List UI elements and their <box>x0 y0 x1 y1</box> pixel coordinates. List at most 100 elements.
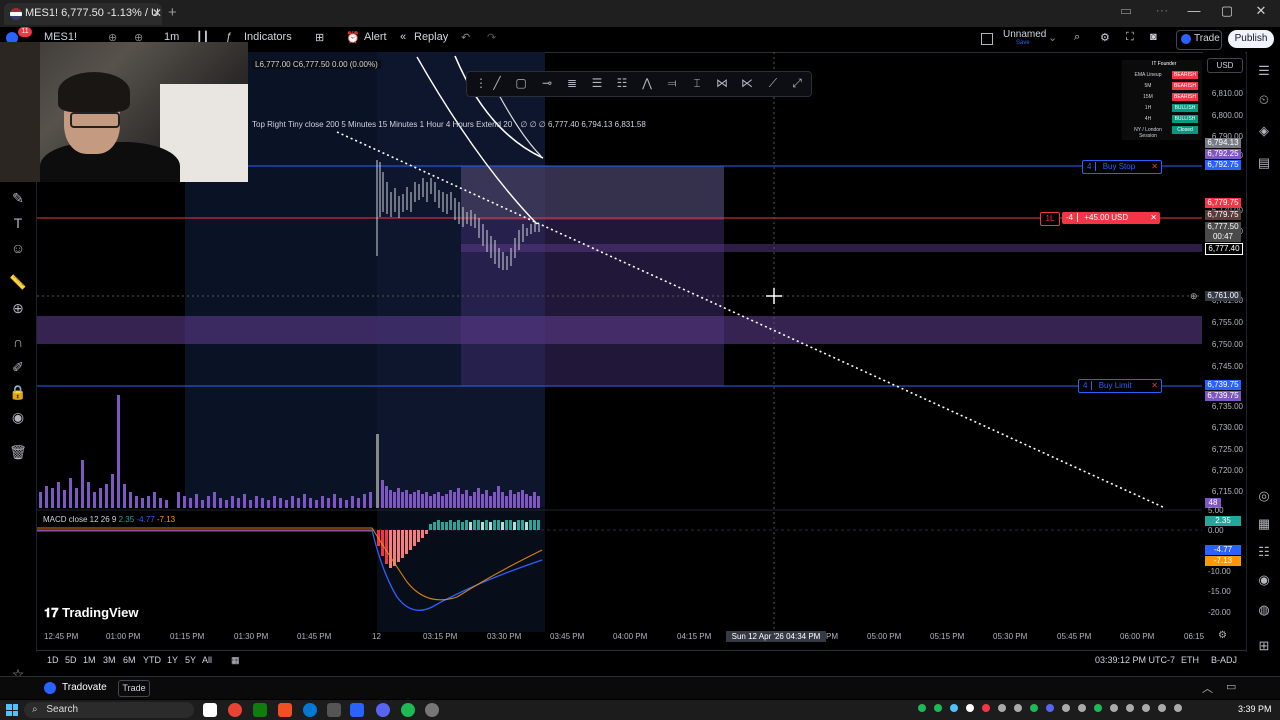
tradingview-logo[interactable]: 𝟏𝟕 TradingView <box>44 605 138 621</box>
indicators-button[interactable]: Indicators <box>244 31 292 43</box>
range-button-5d[interactable]: 5D <box>65 655 77 665</box>
news-icon[interactable]: ☷ <box>1254 542 1274 562</box>
add-alert-icon[interactable]: ⊕ <box>1190 291 1198 302</box>
buy-stop-order[interactable]: 4 Buy Stop ✕ <box>1082 160 1162 174</box>
measure-tool-icon[interactable]: ⤢ <box>787 76 807 92</box>
explorer-icon[interactable] <box>327 703 341 717</box>
tray-icon[interactable] <box>1046 704 1054 712</box>
macd-legend[interactable]: MACD close 12 26 9 2.35 -4.77 -7.13 <box>43 515 175 524</box>
layers-icon[interactable]: ◈ <box>1254 121 1274 141</box>
gear-icon[interactable]: ⚙ <box>1100 31 1110 44</box>
spotify-icon[interactable] <box>401 703 415 717</box>
tray-icon[interactable] <box>1142 704 1150 712</box>
broadcast-icon[interactable]: ◉ <box>1254 570 1274 590</box>
horizontal-ray-icon[interactable]: ⊸ <box>537 76 557 92</box>
tray-icon[interactable] <box>982 704 990 712</box>
alert-button[interactable]: Alert <box>364 31 387 43</box>
range-button-ytd[interactable]: YTD <box>143 655 161 665</box>
maximize-panel-icon[interactable]: ▭ <box>1226 680 1236 693</box>
browser-tab[interactable]: MES1! 6,777.50 -1.13% / U ✕ <box>4 3 162 25</box>
range-button-1d[interactable]: 1D <box>47 655 59 665</box>
chat-icon[interactable]: ▤ <box>1254 153 1274 173</box>
replay-icon[interactable]: « <box>400 31 406 43</box>
tray-icon[interactable] <box>918 704 926 712</box>
camera-icon[interactable]: ◙ <box>1150 31 1157 43</box>
obs-icon[interactable] <box>425 703 439 717</box>
tray-icon[interactable] <box>950 704 958 712</box>
tray-icon[interactable] <box>1158 704 1166 712</box>
path-tool-icon[interactable]: ⋀ <box>637 76 657 92</box>
brush-icon[interactable]: ✎ <box>8 188 28 208</box>
tray-icon[interactable] <box>1126 704 1134 712</box>
collapse-chevron-icon[interactable]: ︿ <box>1202 680 1213 696</box>
edge-icon[interactable] <box>303 703 317 717</box>
replay-button[interactable]: Replay <box>414 31 448 43</box>
layout-checkbox[interactable] <box>981 33 993 45</box>
trade-tab[interactable]: Trade <box>118 680 150 697</box>
xbox-icon[interactable] <box>253 703 267 717</box>
publish-button[interactable]: Publish <box>1228 30 1274 48</box>
buy-limit-order[interactable]: 4 Buy Limit ✕ <box>1078 379 1162 393</box>
magnet-icon[interactable]: ∩ <box>8 332 28 352</box>
layout-name[interactable]: Unnamed <box>1003 29 1046 40</box>
file-icon[interactable] <box>203 703 217 717</box>
range-button-6m[interactable]: 6M <box>123 655 136 665</box>
fib-retracement-icon[interactable]: ☰ <box>587 76 607 92</box>
range-button-1m[interactable]: 1M <box>83 655 96 665</box>
range-button-5y[interactable]: 5Y <box>185 655 196 665</box>
position-side[interactable]: 1L <box>1040 212 1060 226</box>
undo-icon[interactable]: ↶ <box>461 31 470 44</box>
trash-icon[interactable]: 🗑 <box>8 442 28 462</box>
elliott-wave-icon[interactable]: ⋉ <box>737 76 757 92</box>
currency-select[interactable]: USD <box>1207 58 1243 73</box>
tray-icon[interactable] <box>1014 704 1022 712</box>
range-button-1y[interactable]: 1Y <box>167 655 178 665</box>
chrome-icon[interactable] <box>228 703 242 717</box>
lock-icon[interactable]: 🔒 <box>8 382 28 402</box>
tray-icon[interactable] <box>1174 704 1182 712</box>
rectangle-tool-icon[interactable]: ▢ <box>511 76 531 92</box>
fib-extension-icon[interactable]: ☷ <box>612 76 632 92</box>
text-tool-icon[interactable]: T <box>8 213 28 233</box>
ruler-icon[interactable]: 📏 <box>8 272 28 292</box>
new-tab-button[interactable]: + <box>168 4 177 21</box>
tray-icon[interactable] <box>1062 704 1070 712</box>
fullscreen-icon[interactable]: ⛶ <box>1126 31 1134 44</box>
tray-icon[interactable] <box>1078 704 1086 712</box>
ray-tool-icon[interactable]: ⟋ <box>763 76 783 92</box>
layout-save-label[interactable]: Save <box>1016 40 1030 46</box>
taskbar-search[interactable]: ⌕ Search <box>24 702 194 718</box>
zoom-icon[interactable]: ⊕ <box>8 298 28 318</box>
search-icon[interactable]: ⌕ <box>1074 31 1080 44</box>
broker-name[interactable]: Tradovate <box>62 682 107 693</box>
range-button-all[interactable]: All <box>202 655 212 665</box>
target-icon[interactable]: ◎ <box>1254 486 1274 506</box>
calendar-icon[interactable]: ▦ <box>1254 514 1274 534</box>
tab-close-icon[interactable]: ✕ <box>152 6 162 20</box>
session-toggle[interactable]: ETH <box>1181 655 1199 665</box>
tray-icon[interactable] <box>998 704 1006 712</box>
tray-icon[interactable] <box>1110 704 1118 712</box>
clock-display[interactable]: 03:39:12 PM UTC-7 <box>1095 655 1175 665</box>
trendline-tool-icon[interactable]: ╱ <box>487 76 507 92</box>
tray-icon[interactable] <box>1094 704 1102 712</box>
date-range-icon[interactable]: ▦ <box>231 655 240 666</box>
lock-drawing-icon[interactable]: ✐ <box>8 357 28 377</box>
clock[interactable]: 3:39 PM <box>1238 704 1272 714</box>
windows-start-icon[interactable] <box>6 704 18 716</box>
indicator-legend[interactable]: Top Right Tiny close 200 5 Minutes 15 Mi… <box>252 120 646 129</box>
tray-icon[interactable] <box>1030 704 1038 712</box>
templates-icon[interactable]: ⊞ <box>315 31 324 44</box>
axis-settings-icon[interactable]: ⚙ <box>1218 630 1227 641</box>
position-order[interactable]: -4 +45.00 USD ✕ <box>1062 212 1160 224</box>
drag-handle-icon[interactable]: ⋯ <box>1150 3 1174 19</box>
eye-icon[interactable]: ◉ <box>8 407 28 427</box>
tray-icon[interactable] <box>966 704 974 712</box>
tradingview-app-icon[interactable] <box>350 703 364 717</box>
tray-icon[interactable] <box>934 704 942 712</box>
emoji-icon[interactable]: ☺ <box>8 238 28 258</box>
redo-icon[interactable]: ↷ <box>487 31 496 44</box>
position-close-icon[interactable]: ✕ <box>1147 212 1160 224</box>
cast-icon[interactable]: ▭ <box>1114 3 1138 19</box>
buy-limit-cancel-icon[interactable]: ✕ <box>1148 380 1161 392</box>
